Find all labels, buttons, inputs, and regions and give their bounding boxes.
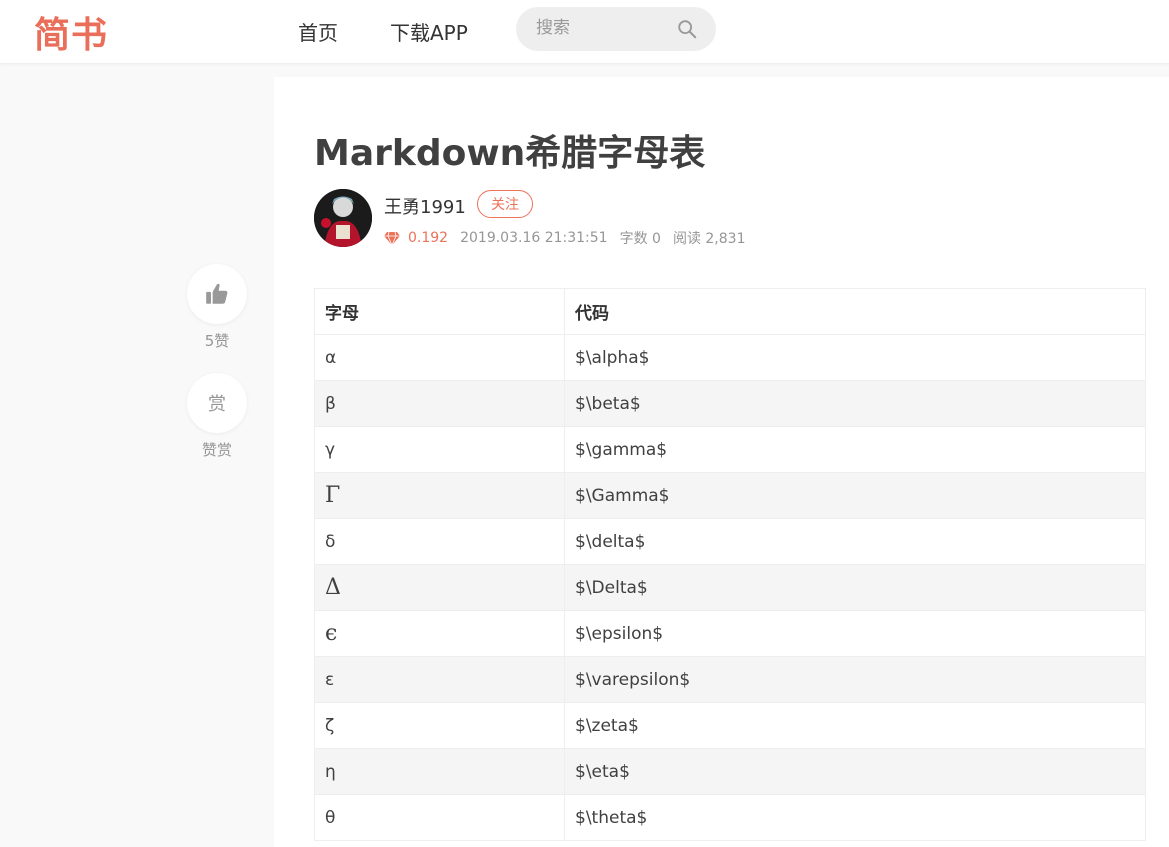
publish-date: 2019.03.16 21:31:51	[460, 230, 608, 246]
article-card: Markdown希腊字母表 王勇1991 关注 0.192 2019.03.16…	[274, 77, 1169, 847]
table-row: θ $\theta$	[314, 794, 1146, 841]
search-input[interactable]	[536, 18, 676, 38]
table-row: ε $\varepsilon$	[314, 656, 1146, 703]
author-avatar[interactable]	[314, 189, 372, 247]
like-panel: 5赞	[187, 264, 247, 351]
letter-cell: θ	[314, 794, 565, 841]
greek-letter-table: 字母 代码 α $\alpha$ β $\beta$ γ $\gamma$ Γ $\Ga…	[314, 288, 1146, 841]
code-cell: $\varepsilon$	[564, 656, 1146, 703]
code-cell: $\delta$	[564, 518, 1146, 565]
jianshu-logo[interactable]: 简书	[34, 6, 108, 58]
table-row: α $\alpha$	[314, 334, 1146, 381]
letter-cell: γ	[314, 426, 565, 473]
code-cell: $\Delta$	[564, 564, 1146, 611]
thumbs-up-icon	[206, 283, 228, 304]
table-row: δ $\delta$	[314, 518, 1146, 565]
diamond-score: 0.192	[408, 230, 449, 246]
code-cell: $\Gamma$	[564, 472, 1146, 519]
letter-cell: ζ	[314, 702, 565, 749]
search-icon[interactable]	[676, 18, 698, 40]
letter-cell: α	[314, 334, 565, 381]
nav-home[interactable]: 首页	[298, 17, 338, 46]
table-row: Δ $\Delta$	[314, 564, 1146, 611]
header-code: 代码	[564, 288, 1146, 335]
diamond-icon	[384, 231, 400, 246]
table-row: η $\eta$	[314, 748, 1146, 795]
letter-cell: β	[314, 380, 565, 427]
table-row: β $\beta$	[314, 380, 1146, 427]
code-cell: $\zeta$	[564, 702, 1146, 749]
like-button[interactable]	[187, 264, 247, 324]
word-count: 字数 0	[619, 231, 661, 247]
letter-cell: ϵ	[314, 610, 565, 657]
letter-cell: ε	[314, 656, 565, 703]
reward-panel: 赏 赞赏	[187, 373, 247, 460]
nav-download-app[interactable]: 下载APP	[390, 17, 468, 46]
letter-cell: Δ	[314, 564, 565, 611]
table-header-row: 字母 代码	[314, 288, 1146, 335]
article-title: Markdown希腊字母表	[314, 133, 706, 174]
table-row: γ $\gamma$	[314, 426, 1146, 473]
code-cell: $\gamma$	[564, 426, 1146, 473]
code-cell: $\alpha$	[564, 334, 1146, 381]
code-cell: $\theta$	[564, 794, 1146, 841]
reward-button[interactable]: 赏	[187, 373, 247, 433]
table-row: Γ $\Gamma$	[314, 472, 1146, 519]
code-cell: $\epsilon$	[564, 610, 1146, 657]
letter-cell: η	[314, 748, 565, 795]
author-name[interactable]: 王勇1991	[384, 193, 466, 219]
read-count: 阅读 2,831	[672, 231, 746, 247]
top-header: 简书 首页 下载APP	[0, 0, 1169, 64]
reward-glyph: 赏	[208, 394, 226, 415]
code-cell: $\beta$	[564, 380, 1146, 427]
code-cell: $\eta$	[564, 748, 1146, 795]
table-row: ϵ $\epsilon$	[314, 610, 1146, 657]
reward-label: 赞赏	[201, 441, 232, 459]
like-count: 5赞	[204, 332, 230, 350]
article-meta: 0.192 2019.03.16 21:31:51 字数 0 阅读 2,831	[384, 228, 757, 248]
letter-cell: Γ	[314, 472, 565, 519]
search-box	[516, 7, 716, 51]
follow-button[interactable]: 关注	[477, 190, 533, 218]
table-row: ζ $\zeta$	[314, 702, 1146, 749]
avatar-image	[314, 189, 372, 247]
header-letter: 字母	[314, 288, 565, 335]
letter-cell: δ	[314, 518, 565, 565]
